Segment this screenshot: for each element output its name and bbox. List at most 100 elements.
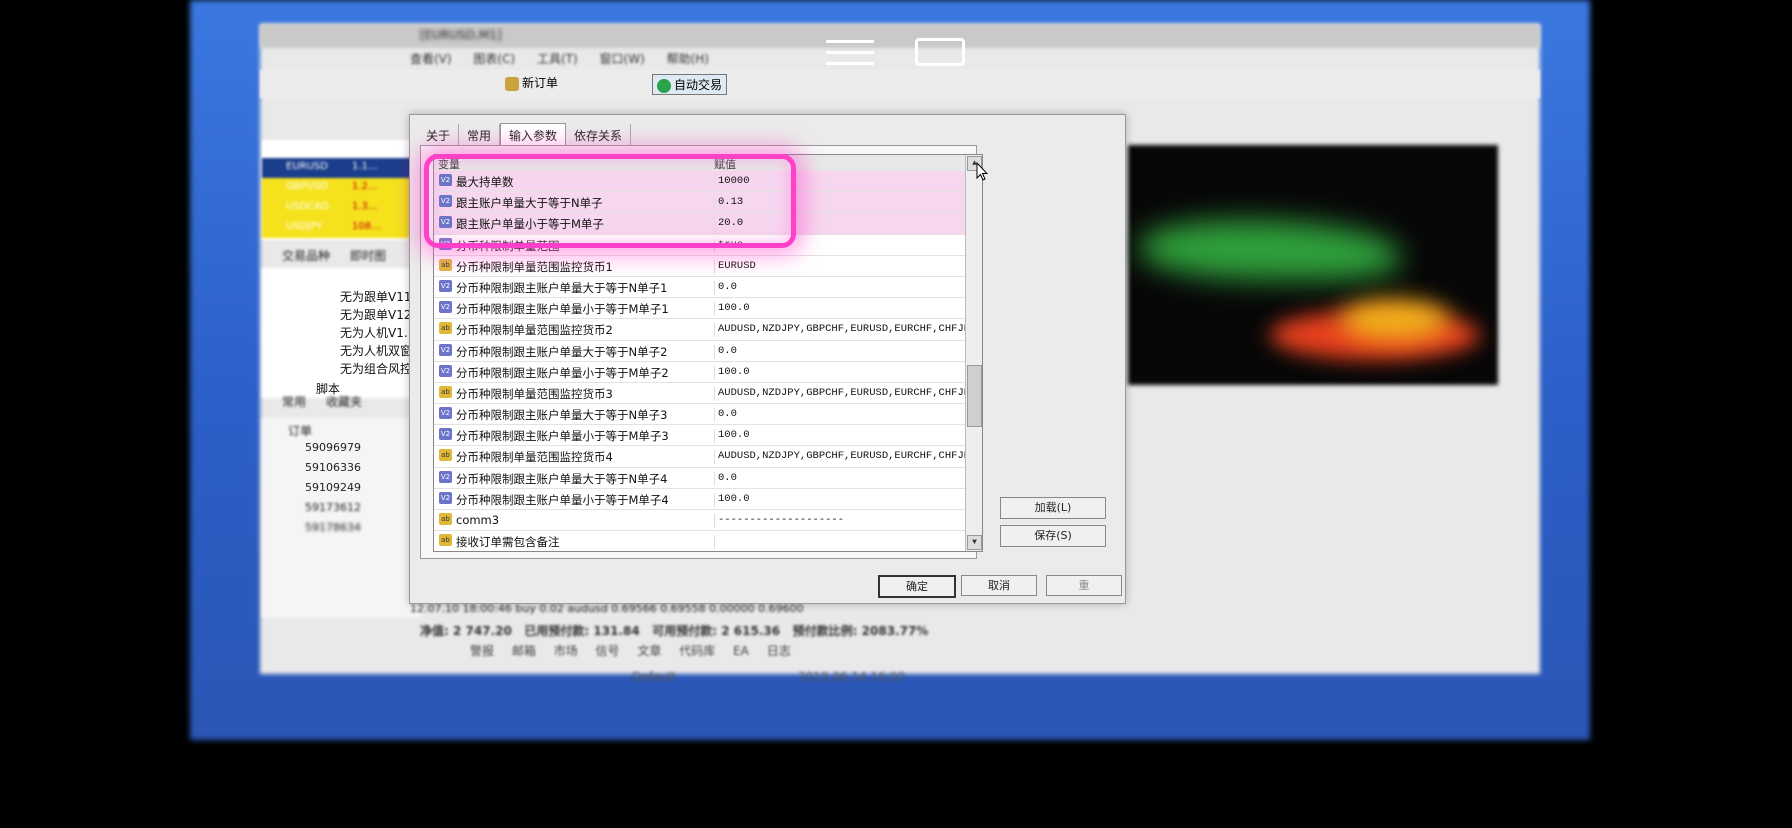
order-id[interactable]: 59109249 bbox=[305, 481, 361, 494]
terminal-tabs: 警报 邮箱 市场 信号 文章 代码库 EA 日志 bbox=[470, 642, 805, 659]
menu-help[interactable]: 帮助(H) bbox=[667, 52, 709, 66]
reset-button[interactable]: 重 bbox=[1046, 575, 1122, 596]
param-value[interactable]: EURUSD bbox=[714, 259, 756, 274]
menu-window[interactable]: 窗口(W) bbox=[600, 52, 645, 66]
param-value[interactable]: AUDUSD,NZDJPY,GBPCHF,EURUSD,EURCHF,CHFJP… bbox=[714, 450, 966, 465]
margin-level-value: 2083.77% bbox=[861, 624, 929, 638]
toolbar bbox=[260, 70, 1540, 98]
new-order-button[interactable]: 新订单 bbox=[505, 74, 558, 91]
hamburger-menu-icon[interactable] bbox=[826, 40, 874, 66]
tab-dependencies[interactable]: 依存关系 bbox=[566, 124, 632, 147]
tab-favorites[interactable]: 收藏夹 bbox=[326, 393, 362, 410]
param-name: 分币种限制单量范围监控货币2 bbox=[456, 323, 613, 338]
tab-common[interactable]: 常用 bbox=[459, 124, 501, 147]
param-value[interactable]: AUDUSD,NZDJPY,GBPCHF,EURUSD,EURCHF,CHFJP… bbox=[714, 323, 966, 338]
tab-inputs[interactable]: 输入参数 bbox=[500, 123, 567, 147]
param-value[interactable]: 0.0 bbox=[714, 280, 737, 295]
tab-symbols[interactable]: 交易品种 bbox=[282, 247, 330, 264]
tab-ea[interactable]: EA bbox=[733, 644, 749, 658]
navigator-item[interactable]: 无为跟单V12 bbox=[340, 306, 411, 323]
numeric-type-icon: V2 bbox=[439, 470, 452, 483]
param-value[interactable] bbox=[714, 535, 718, 550]
param-row[interactable]: V2 分币种限制跟主账户单量大于等于N单子3 0.0 bbox=[434, 404, 966, 426]
param-value[interactable]: 100.0 bbox=[714, 302, 750, 317]
param-row[interactable]: ab 分币种限制单量范围监控货币2 AUDUSD,NZDJPY,GBPCHF,EUR… bbox=[434, 319, 966, 341]
param-row[interactable]: V2 分币种限制跟主账户单量小于等于M单子4 100.0 bbox=[434, 489, 966, 510]
order-id[interactable]: 59096979 bbox=[305, 441, 361, 454]
param-value[interactable]: AUDUSD,NZDJPY,GBPCHF,EURUSD,EURCHF,CHFJP… bbox=[714, 386, 966, 401]
tab-mailbox[interactable]: 邮箱 bbox=[512, 644, 536, 658]
ok-button[interactable]: 确定 bbox=[878, 575, 956, 598]
tab-common[interactable]: 常用 bbox=[282, 393, 306, 410]
keyboard-icon[interactable] bbox=[915, 38, 965, 66]
param-value[interactable]: 0.0 bbox=[714, 344, 737, 359]
param-value[interactable]: 100.0 bbox=[714, 492, 750, 507]
symbol: USDJPY bbox=[286, 221, 323, 232]
param-row[interactable]: V2 分币种限制跟主账户单量小于等于M单子3 100.0 bbox=[434, 425, 966, 447]
tab-journal[interactable]: 日志 bbox=[767, 644, 791, 658]
menu-charts[interactable]: 图表(C) bbox=[473, 52, 515, 66]
cancel-button[interactable]: 取消 bbox=[961, 575, 1037, 596]
param-row[interactable]: V2 分币种限制跟主账户单量小于等于M单子1 100.0 bbox=[434, 298, 966, 320]
auto-trading-icon bbox=[657, 78, 671, 93]
tab-tick-chart[interactable]: 即时图 bbox=[350, 247, 386, 264]
vertical-scrollbar[interactable]: ▲ ▼ bbox=[965, 155, 982, 551]
param-value[interactable]: 100.0 bbox=[714, 365, 750, 380]
numeric-type-icon: V2 bbox=[439, 428, 452, 441]
market-row[interactable]: USDJPY 108... bbox=[262, 218, 418, 238]
param-name: 分币种限制跟主账户单量大于等于N单子4 bbox=[456, 471, 668, 486]
equity-value: 2 747.20 bbox=[453, 624, 512, 638]
free-margin-value: 2 615.36 bbox=[721, 624, 781, 638]
string-type-icon: ab bbox=[439, 322, 452, 335]
menu-tools[interactable]: 工具(T) bbox=[537, 52, 578, 66]
tab-about[interactable]: 关于 bbox=[418, 124, 460, 147]
menu-view[interactable]: 查看(V) bbox=[410, 52, 452, 66]
menu-bar: 查看(V) 图表(C) 工具(T) 窗口(W) 帮助(H) bbox=[410, 50, 727, 67]
save-button[interactable]: 保存(S) bbox=[1000, 525, 1106, 547]
equity-label: 净值: bbox=[420, 624, 449, 638]
param-row[interactable]: V2 分币种限制跟主账户单量小于等于M单子2 100.0 bbox=[434, 362, 966, 383]
param-name: 分币种限制单量范围监控货币3 bbox=[456, 386, 613, 401]
param-name: 分币种限制跟主账户单量小于等于M单子2 bbox=[456, 365, 669, 380]
navigator-item[interactable]: 无为组合风控 bbox=[340, 360, 412, 377]
tab-alerts[interactable]: 警报 bbox=[470, 644, 494, 658]
market-row[interactable]: GBPUSD 1.2... bbox=[262, 178, 418, 198]
price: 1.1... bbox=[352, 161, 378, 172]
numeric-type-icon: V2 bbox=[439, 279, 452, 292]
param-row[interactable]: ab comm3 -------------------- bbox=[434, 510, 966, 532]
param-row[interactable]: V2 分币种限制跟主账户单量大于等于N单子2 0.0 bbox=[434, 341, 966, 362]
market-row[interactable]: USDCAD 1.3... bbox=[262, 198, 418, 218]
tab-signals[interactable]: 信号 bbox=[596, 644, 620, 658]
param-name: comm3 bbox=[456, 513, 500, 527]
param-value[interactable]: 0.0 bbox=[714, 408, 737, 423]
market-row[interactable]: EURUSD 1.1... bbox=[262, 158, 418, 178]
param-value[interactable]: 0.0 bbox=[714, 471, 737, 486]
order-id[interactable]: 59106336 bbox=[305, 461, 361, 474]
scroll-thumb[interactable] bbox=[967, 365, 982, 427]
navigator-item[interactable]: 无为跟单V11 bbox=[340, 288, 411, 305]
symbol: EURUSD bbox=[286, 161, 328, 172]
scroll-down-icon[interactable]: ▼ bbox=[967, 535, 982, 550]
order-id[interactable]: 59178634 bbox=[305, 521, 361, 534]
auto-trading-button[interactable]: 自动交易 bbox=[652, 74, 728, 95]
numeric-type-icon: V2 bbox=[439, 407, 452, 420]
param-value[interactable]: 100.0 bbox=[714, 429, 750, 444]
param-row[interactable]: ab 接收订单需包含备注 bbox=[434, 531, 966, 551]
param-name: 分币种限制跟主账户单量大于等于N单子1 bbox=[456, 280, 668, 295]
order-id[interactable]: 59173612 bbox=[305, 501, 361, 514]
numeric-type-icon: V2 bbox=[439, 491, 452, 504]
navigator-item[interactable]: 无为人机双窗 bbox=[340, 342, 412, 359]
param-row[interactable]: ab 分币种限制单量范围监控货币1 EURUSD bbox=[434, 256, 966, 277]
navigator-item[interactable]: 无为人机V1. bbox=[340, 324, 408, 341]
param-value[interactable]: -------------------- bbox=[714, 514, 844, 528]
load-button[interactable]: 加载(L) bbox=[1000, 497, 1106, 519]
tab-market[interactable]: 市场 bbox=[554, 644, 578, 658]
param-row[interactable]: ab 分币种限制单量范围监控货币3 AUDUSD,NZDJPY,GBPCHF,EUR… bbox=[434, 383, 966, 405]
param-name: 分币种限制单量范围监控货币1 bbox=[456, 259, 613, 274]
tab-articles[interactable]: 文章 bbox=[637, 644, 661, 658]
tab-codebase[interactable]: 代码库 bbox=[679, 644, 715, 658]
param-row[interactable]: V2 分币种限制跟主账户单量大于等于N单子1 0.0 bbox=[434, 277, 966, 299]
param-name: 分币种限制单量范围监控货币4 bbox=[456, 450, 613, 465]
param-row[interactable]: V2 分币种限制跟主账户单量大于等于N单子4 0.0 bbox=[434, 468, 966, 489]
param-row[interactable]: ab 分币种限制单量范围监控货币4 AUDUSD,NZDJPY,GBPCHF,EUR… bbox=[434, 446, 966, 468]
